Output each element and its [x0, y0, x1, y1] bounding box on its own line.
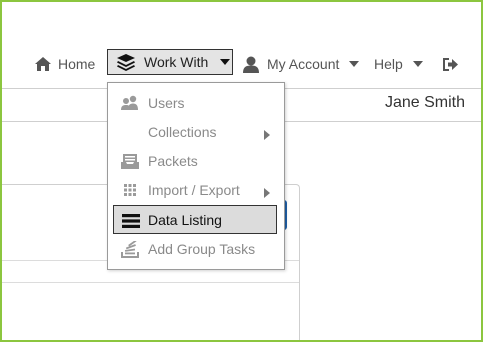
nav-help-label: Help [374, 56, 403, 72]
nav-work-with-button[interactable]: Work With [107, 49, 233, 75]
menu-item-label: Users [148, 95, 185, 111]
current-user-name: Jane Smith [384, 94, 465, 111]
panel-divider [2, 282, 299, 283]
nav-work-with-label: Work With [144, 54, 209, 70]
chevron-right-icon [264, 185, 270, 201]
app-frame: Home Work With My Account Help Jane Smit… [0, 0, 483, 342]
grid-icon [120, 181, 140, 199]
layers-icon [116, 53, 136, 71]
menu-item-packets[interactable]: Packets [108, 146, 284, 175]
list-icon [121, 212, 141, 230]
stack-icon [120, 240, 140, 258]
caret-down-icon [412, 61, 423, 67]
nav-my-account-label: My Account [267, 56, 340, 72]
top-nav: Home Work With My Account Help [2, 49, 481, 76]
nav-my-account[interactable]: My Account [243, 52, 360, 76]
sign-out-button[interactable] [442, 52, 459, 76]
nav-home[interactable]: Home [34, 52, 95, 76]
menu-item-label: Packets [148, 153, 198, 169]
caret-down-icon [349, 61, 360, 67]
chevron-right-icon [264, 127, 270, 143]
caret-down-icon [220, 59, 231, 65]
inbox-icon [120, 152, 140, 170]
nav-home-label: Home [58, 56, 96, 72]
nav-help[interactable]: Help [374, 52, 423, 76]
user-icon [243, 56, 259, 73]
menu-item-label: Data Listing [148, 212, 222, 228]
home-icon [34, 56, 52, 72]
sign-out-icon [442, 57, 459, 72]
menu-item-collections[interactable]: Collections [108, 117, 284, 146]
menu-item-data-listing[interactable]: Data Listing [113, 205, 277, 234]
menu-item-label: Collections [148, 124, 217, 140]
users-icon [120, 94, 140, 112]
menu-item-label: Import / Export [148, 182, 240, 198]
menu-item-import-export[interactable]: Import / Export [108, 175, 284, 204]
menu-item-label: Add Group Tasks [148, 241, 256, 257]
menu-item-add-group-tasks[interactable]: Add Group Tasks [108, 234, 284, 263]
menu-item-users[interactable]: Users [108, 88, 284, 117]
work-with-dropdown: Users Collections Packets Import / Expor… [107, 82, 285, 270]
